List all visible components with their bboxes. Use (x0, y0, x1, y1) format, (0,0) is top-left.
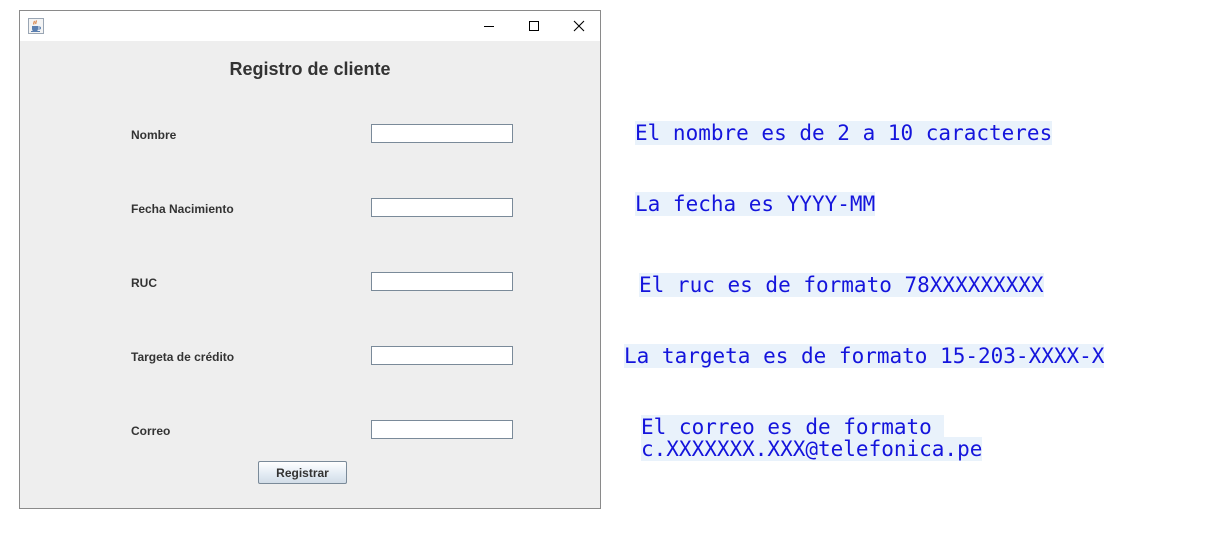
form-title: Registro de cliente (229, 59, 391, 79)
correo-input[interactable] (371, 420, 513, 439)
tarjeta-label: Targeta de crédito (131, 350, 235, 364)
title-bar[interactable] (20, 11, 600, 41)
tarjeta-note: La targeta es de formato 15-203-XXXX-X (624, 344, 1105, 368)
maximize-icon (528, 17, 540, 36)
fecha-note-text: La fecha es YYYY-MM (635, 192, 876, 216)
correo-note-line1: El correo es de formato (641, 415, 945, 439)
correo-note-line2: c.XXXXXXX.XXX@telefonica.pe (641, 437, 983, 461)
minimize-icon (483, 17, 495, 36)
app-window: Registro de cliente Nombre Fecha Nacimie… (19, 10, 601, 509)
nombre-label: Nombre (131, 128, 177, 142)
fecha-nacimiento-label: Fecha Nacimiento (131, 202, 234, 216)
ruc-note: El ruc es de formato 78XXXXXXXXX (639, 273, 1044, 297)
close-icon (573, 17, 585, 36)
fecha-nacimiento-input[interactable] (371, 198, 513, 217)
fecha-note: La fecha es YYYY-MM (635, 192, 876, 216)
close-button[interactable] (556, 11, 601, 41)
maximize-button[interactable] (511, 11, 556, 41)
ruc-label: RUC (131, 276, 157, 290)
nombre-note-text: El nombre es de 2 a 10 caracteres (635, 121, 1053, 145)
correo-label: Correo (131, 424, 171, 438)
ruc-input[interactable] (371, 272, 513, 291)
correo-note: El correo es de formato c.XXXXXXX.XXX@te… (641, 415, 983, 461)
minimize-button[interactable] (466, 11, 511, 41)
tarjeta-note-text: La targeta es de formato 15-203-XXXX-X (624, 344, 1105, 368)
tarjeta-input[interactable] (371, 346, 513, 365)
nombre-note: El nombre es de 2 a 10 caracteres (635, 121, 1053, 145)
java-cup-icon (28, 18, 44, 34)
nombre-input[interactable] (371, 124, 513, 143)
ruc-note-text: El ruc es de formato 78XXXXXXXXX (639, 273, 1044, 297)
registrar-button[interactable]: Registrar (258, 461, 347, 484)
